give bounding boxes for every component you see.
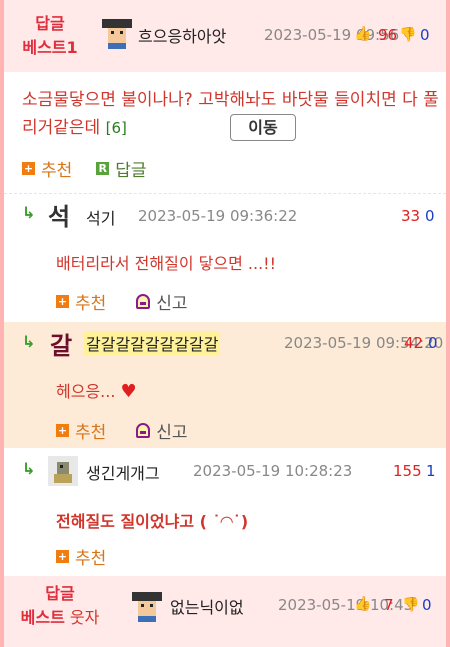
- best-badge-line1: 답글: [35, 14, 65, 33]
- divider: [4, 193, 446, 194]
- pixel-avatar-icon[interactable]: [132, 592, 162, 622]
- report-button[interactable]: 신고: [136, 289, 188, 314]
- reply-down-count: 0: [425, 207, 435, 225]
- best-up-count: 7: [384, 596, 394, 614]
- pixel-avatar-icon[interactable]: [102, 19, 132, 49]
- recommend-button[interactable]: + 추천: [56, 544, 106, 569]
- reply-nickname[interactable]: 갈갈갈갈갈갈갈갈갈: [84, 331, 221, 355]
- glyph-avatar: 갈: [50, 332, 73, 360]
- reply-down-count: 0: [428, 334, 438, 352]
- thumb-down-icon[interactable]: 👎: [399, 27, 416, 43]
- reply-actions: + 추천 신고: [56, 289, 188, 314]
- thumb-up-icon[interactable]: 👍: [354, 26, 371, 42]
- best-down-count: 0: [420, 26, 430, 44]
- reply-text: 헤으응... ♥: [56, 378, 137, 402]
- reply-actions: + 추천: [56, 544, 106, 569]
- reply-arrow-icon: ↳: [22, 203, 36, 222]
- recommend-label: 추천: [75, 423, 107, 443]
- kaomoji-face: ˙◠˙: [212, 512, 241, 531]
- recommend-label: 추천: [41, 161, 73, 181]
- best-badge-line2: 베스트1: [22, 38, 78, 57]
- comment-actions: + 추천 R 답글: [22, 156, 147, 181]
- recommend-button[interactable]: + 추천: [22, 156, 72, 181]
- reply-text-body: 헤으응...: [56, 382, 116, 401]
- best-down-count: 0: [422, 596, 432, 614]
- reply-text: 배터리라서 전해질이 닿으면 ...!!: [56, 254, 276, 273]
- reply-up-count: 33: [401, 207, 421, 225]
- reply-text-end: ): [240, 512, 249, 531]
- reply-count: [6]: [105, 119, 127, 137]
- recommend-button[interactable]: + 추천: [56, 418, 106, 443]
- r-square-icon: R: [96, 162, 110, 175]
- best-nickname[interactable]: 없는닉이없: [170, 594, 244, 618]
- report-label: 신고: [156, 423, 188, 443]
- best-badge-extra: 웃자: [69, 608, 100, 627]
- best-badge-line1: 답글: [45, 584, 75, 603]
- plus-square-icon: +: [56, 295, 69, 308]
- reply-nickname[interactable]: 생긴게개그: [86, 460, 160, 484]
- heart-icon: ♥: [120, 381, 137, 402]
- best-badge: 답글 베스트 웃자: [18, 582, 102, 630]
- reply-text-body: 전해질도 질이었냐고 (: [56, 512, 213, 531]
- reply-down-count: 1: [426, 462, 436, 480]
- plus-square-icon: +: [56, 550, 69, 563]
- glyph-avatar: 석: [48, 203, 71, 231]
- reply-button[interactable]: R 답글: [96, 156, 147, 181]
- best-date-main: 2023-05-19 10:: [278, 596, 395, 614]
- photo-avatar-icon[interactable]: [48, 456, 78, 486]
- comment-list: 답글 베스트1 흐으응하아앗 2023-05-19 09:56 👍 96 👎 0…: [4, 0, 446, 647]
- report-button[interactable]: 신고: [136, 418, 188, 443]
- reply-actions: + 추천 신고: [56, 418, 188, 443]
- reply-label: 답글: [115, 161, 147, 181]
- plus-square-icon: +: [56, 424, 69, 437]
- siren-icon: [136, 294, 151, 309]
- recommend-label: 추천: [75, 549, 107, 569]
- move-button[interactable]: 이동: [230, 114, 296, 141]
- reply-arrow-icon: ↳: [22, 332, 36, 351]
- reply-nickname[interactable]: 석기: [86, 205, 115, 229]
- reply-date: 2023-05-19 10:28:23: [193, 462, 353, 480]
- recommend-button[interactable]: + 추천: [56, 289, 106, 314]
- reply-date-main: 2023-05-19 09:5: [284, 334, 410, 352]
- reply-arrow-icon: ↳: [22, 459, 36, 478]
- reply-up-count: 42: [404, 334, 424, 352]
- reply-text: 전해질도 질이었냐고 ( ˙◠˙): [56, 508, 248, 532]
- best-comment-header: 답글 베스트1 흐으응하아앗 2023-05-19 09:56 👍 96 👎 0: [4, 0, 446, 72]
- best-up-count: 96: [378, 26, 398, 44]
- reply-date: 2023-05-19 09:36:22: [138, 207, 298, 225]
- plus-square-icon: +: [22, 162, 35, 175]
- siren-icon: [136, 423, 151, 438]
- best-badge: 답글 베스트1: [8, 12, 92, 60]
- reply-up-count: 155: [393, 462, 422, 480]
- thumb-up-icon[interactable]: 👍: [354, 596, 371, 612]
- thumb-down-icon[interactable]: 👎: [402, 597, 419, 613]
- report-label: 신고: [156, 294, 188, 314]
- best-badge-line2: 베스트: [20, 608, 65, 627]
- recommend-label: 추천: [75, 294, 107, 314]
- best-nickname[interactable]: 흐으응하아앗: [138, 23, 226, 47]
- best-comment-header: 답글 베스트 웃자 없는닉이없 2023-05-19 10:43 👍 7 👎 0: [4, 576, 446, 647]
